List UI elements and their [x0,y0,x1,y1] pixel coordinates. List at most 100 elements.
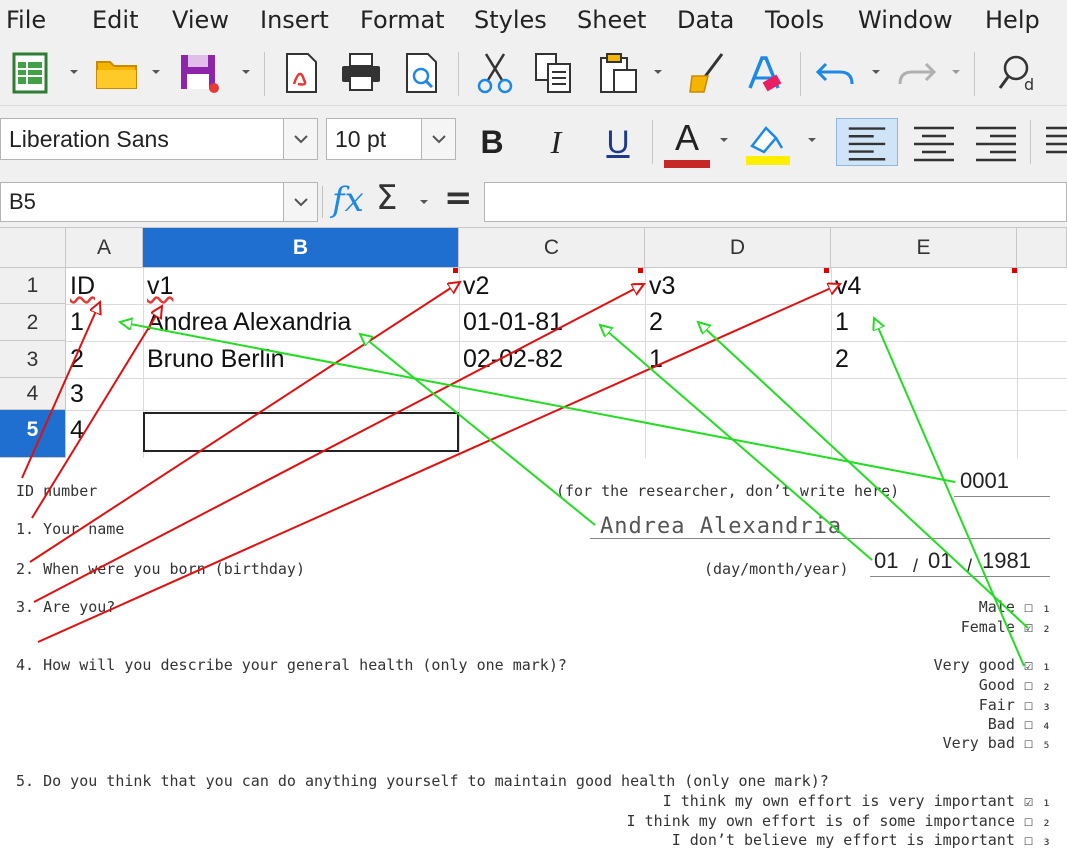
select-all-corner[interactable] [0,228,66,268]
font-name-box[interactable]: Liberation Sans [0,118,318,160]
sum-button[interactable]: Σ [376,178,397,218]
italic-button[interactable]: I [534,118,578,166]
sex-option-male[interactable]: Male ☐ ₁ [979,598,1051,616]
redo-dropdown-icon[interactable] [950,66,962,78]
column-header-d[interactable]: D [645,228,831,268]
align-right-icon[interactable] [968,118,1024,166]
menu-styles[interactable]: Styles [474,6,547,34]
cell-b1[interactable]: v1 [144,272,173,301]
formula-button[interactable]: = [444,178,473,218]
font-size-dropdown[interactable] [421,119,455,159]
sex-option-female[interactable]: Female ☑ ₂ [961,618,1051,636]
menu-sheet[interactable]: Sheet [577,6,646,34]
function-wizard-button[interactable]: fx [332,180,364,220]
column-header-c[interactable]: C [459,228,645,268]
justify-icon[interactable] [1040,118,1067,166]
cell-a2[interactable]: 1 [67,308,84,337]
align-left-icon[interactable] [836,118,898,166]
clear-formatting-icon[interactable] [742,50,788,96]
menu-window[interactable]: Window [858,6,953,34]
cell-a1[interactable]: ID [67,272,95,301]
menu-edit[interactable]: Edit [92,6,138,34]
sum-dropdown-icon[interactable] [418,196,430,208]
cell-d1[interactable]: v3 [646,272,675,301]
undo-icon[interactable] [812,50,858,96]
open-folder-icon[interactable] [94,50,140,96]
row-header-5[interactable]: 5 [0,410,66,458]
font-color-dropdown-icon[interactable] [718,134,730,146]
effort-option-2[interactable]: I think my own effort is of some importa… [627,812,1051,830]
cut-icon[interactable] [472,50,518,96]
print-icon[interactable] [338,50,384,96]
name-box-dropdown[interactable] [283,183,317,221]
paste-icon[interactable] [596,50,642,96]
font-size-value: 10 pt [335,126,387,152]
print-preview-icon[interactable] [398,50,444,96]
cell-e3[interactable]: 2 [832,345,849,374]
row-header-3[interactable]: 3 [0,341,66,378]
bold-button[interactable]: B [470,118,514,166]
cell-e1[interactable]: v4 [832,272,861,301]
cell-a5[interactable]: 4 [67,416,84,445]
health-option-good[interactable]: Good ☐ ₂ [979,676,1051,694]
cell-c3[interactable]: 02-02-82 [460,345,563,374]
save-icon[interactable] [176,50,222,96]
highlight-dropdown-icon[interactable] [806,134,818,146]
column-header-b[interactable]: B [143,228,459,268]
menu-tools[interactable]: Tools [765,6,824,34]
name-box[interactable]: B5 [0,182,318,222]
column-header-f[interactable] [1017,228,1067,268]
menu-file[interactable]: File [6,6,46,34]
undo-dropdown-icon[interactable] [870,66,882,78]
new-dropdown-icon[interactable] [68,66,80,78]
cell-b3[interactable]: Bruno Berlin [144,345,285,374]
column-header-e[interactable]: E [831,228,1017,268]
find-replace-icon[interactable]: d [996,50,1042,96]
paste-dropdown-icon[interactable] [652,66,664,78]
cell-d2[interactable]: 2 [646,308,663,337]
comment-indicator[interactable] [1012,268,1017,273]
cell-e2[interactable]: 1 [832,308,849,337]
cell-c1[interactable]: v2 [460,272,489,301]
formula-input[interactable] [484,182,1067,222]
new-spreadsheet-icon[interactable] [8,50,54,96]
font-color-button[interactable]: A [662,118,712,168]
effort-option-1[interactable]: I think my own effort is very important … [663,792,1051,810]
comment-indicator[interactable] [824,268,829,273]
row-header-2[interactable]: 2 [0,304,66,341]
cell-d3[interactable]: 1 [646,345,663,374]
menu-help[interactable]: Help [985,6,1040,34]
redo-icon[interactable] [894,50,940,96]
export-pdf-icon[interactable] [278,50,324,96]
cell-a4[interactable]: 3 [67,380,84,409]
font-size-box[interactable]: 10 pt [326,118,456,160]
comment-indicator[interactable] [638,268,643,273]
menu-view[interactable]: View [172,6,229,34]
clone-formatting-icon[interactable] [684,50,730,96]
health-option-very-bad[interactable]: Very bad ☐ ₅ [943,734,1051,752]
comment-indicator[interactable] [453,268,458,273]
highlight-color-icon[interactable] [742,118,794,166]
cell-b2[interactable]: Andrea Alexandria [144,308,351,337]
active-cell-b5[interactable] [143,412,459,452]
menu-data[interactable]: Data [677,6,734,34]
effort-option-3[interactable]: I don’t believe my effort is important ☐… [672,831,1051,849]
question-4: 4. How will you describe your general he… [16,656,567,674]
underline-button[interactable]: U [596,118,640,166]
open-dropdown-icon[interactable] [150,66,162,78]
cell-a3[interactable]: 2 [67,345,84,374]
align-center-icon[interactable] [906,118,962,166]
cell-c2[interactable]: 01-01-81 [460,308,563,337]
font-name-dropdown[interactable] [283,119,317,159]
health-option-fair[interactable]: Fair ☐ ₃ [979,696,1051,714]
health-option-very-good[interactable]: Very good ☑ ₁ [934,656,1051,674]
column-header-a[interactable]: A [66,228,143,268]
menu-insert[interactable]: Insert [260,6,329,34]
menu-format[interactable]: Format [360,6,445,34]
health-option-bad[interactable]: Bad ☐ ₄ [988,715,1051,733]
copy-icon[interactable] [530,50,576,96]
gridline [1017,268,1018,458]
save-dropdown-icon[interactable] [240,66,252,78]
row-header-4[interactable]: 4 [0,378,66,410]
row-header-1[interactable]: 1 [0,268,66,304]
